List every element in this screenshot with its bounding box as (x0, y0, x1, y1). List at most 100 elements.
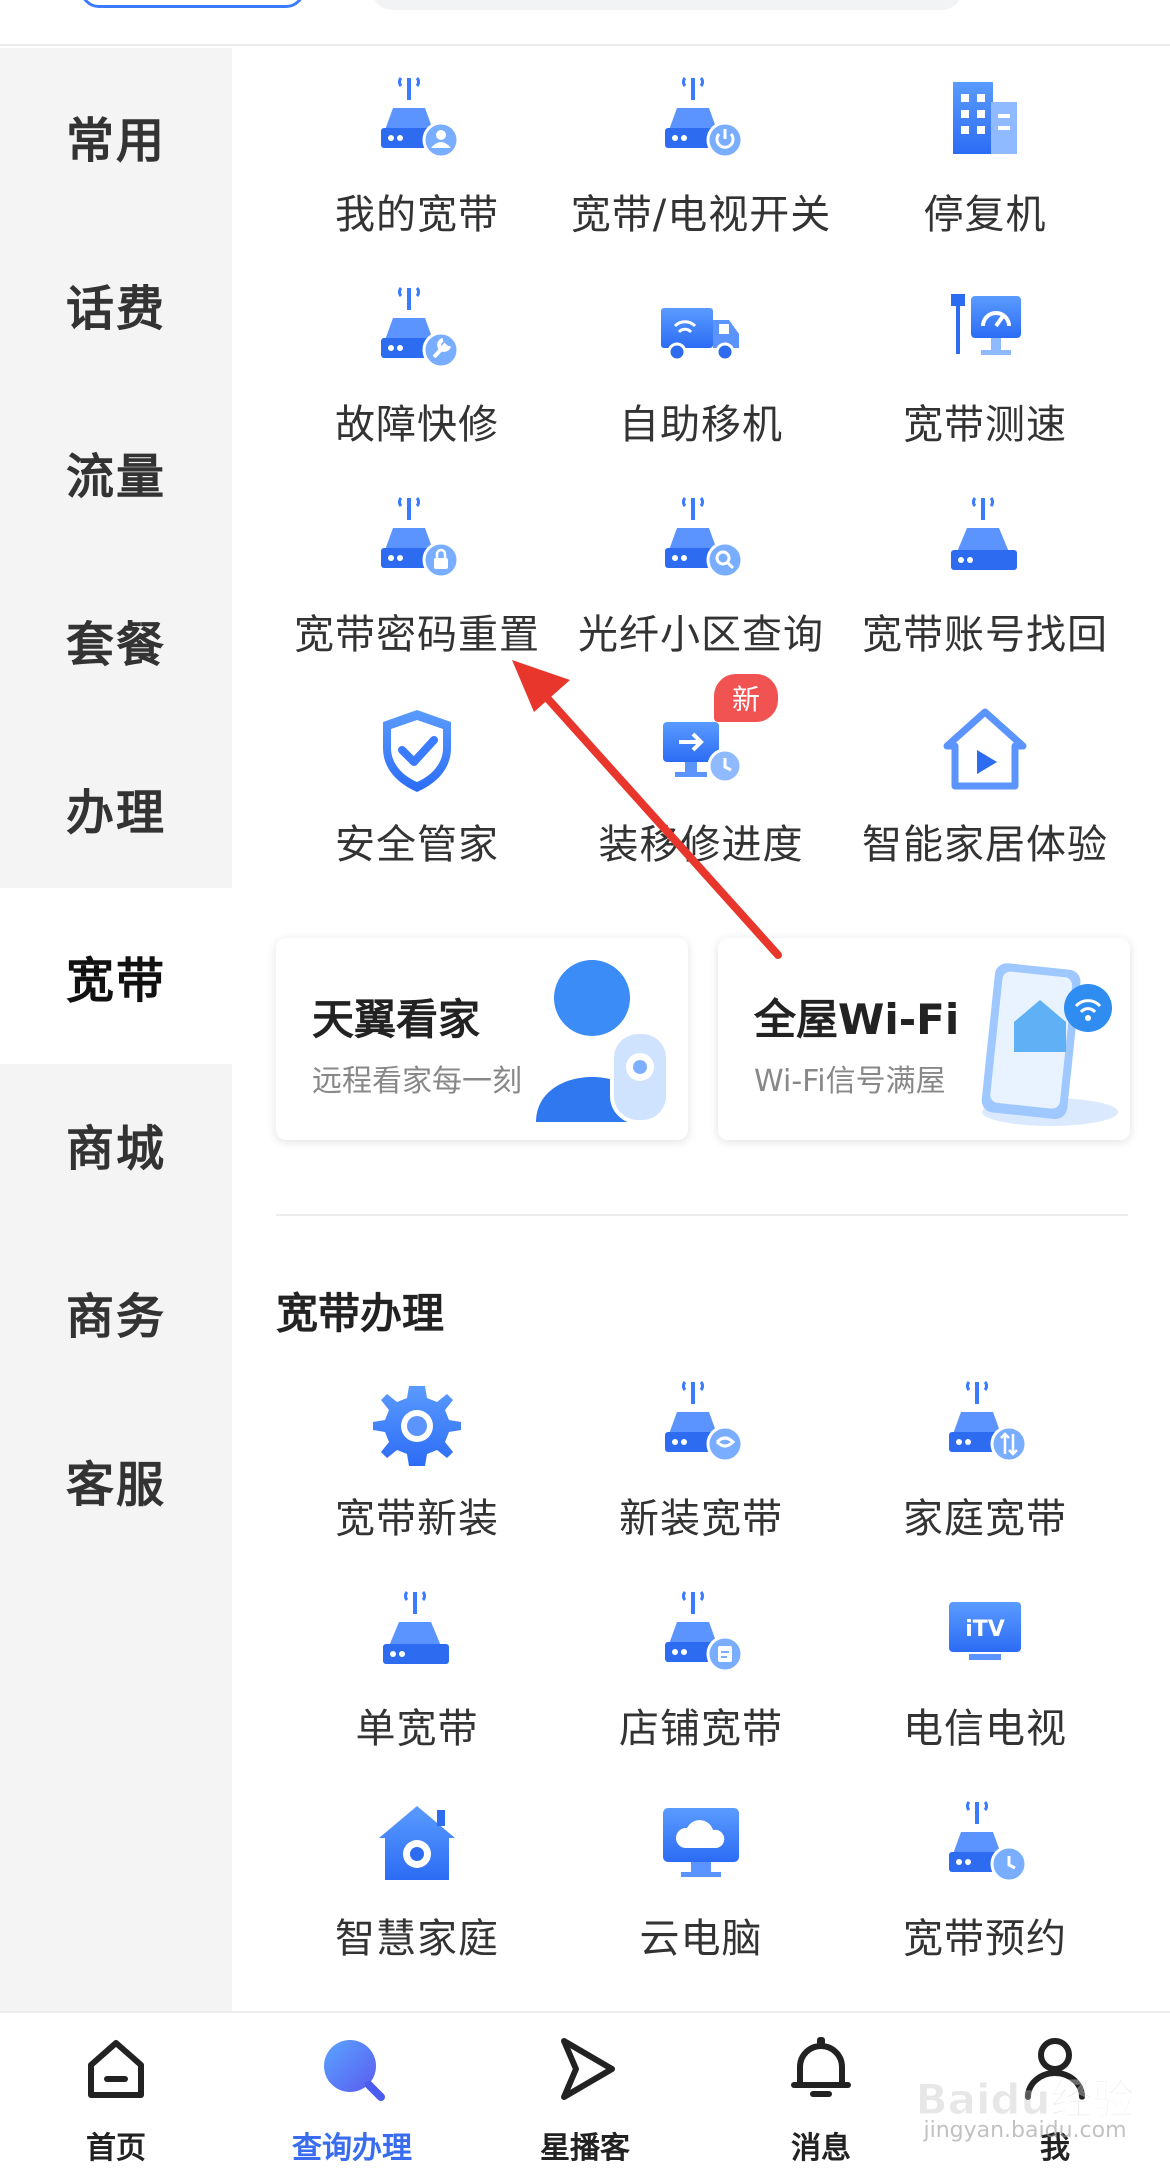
service-home-broadband[interactable]: 家庭宽带 (840, 1366, 1130, 1566)
service-install-broadband[interactable]: 新装宽带 (556, 1366, 846, 1566)
app-root: 常用 话费 流量 套餐 办理 宽带 商城 商务 客服 我的宽带 宽带/电视开关 … (0, 0, 1170, 2174)
service-label: 停复机 (923, 192, 1047, 238)
service-broadband-tv-switch[interactable]: 宽带/电视开关 (556, 62, 846, 262)
service-label: 智慧家庭 (335, 1916, 499, 1962)
service-account-recovery[interactable]: 宽带账号找回 (840, 482, 1130, 682)
service-password-reset[interactable]: 宽带密码重置 (272, 482, 562, 682)
service-install-progress[interactable]: 新 装移修进度 (556, 674, 846, 892)
service-suspend-resume[interactable]: 停复机 (840, 62, 1130, 262)
service-security-guard[interactable]: 安全管家 (272, 692, 562, 892)
gear-icon (373, 1386, 461, 1466)
promo-card-title: 全屋Wi-Fi (754, 995, 960, 1044)
router-icon (951, 497, 1017, 570)
category-sidebar: 常用 话费 流量 套餐 办理 宽带 商城 商务 客服 (0, 48, 232, 2011)
home-icon (88, 2040, 144, 2098)
tab-query-handle[interactable]: 查询办理 (272, 2033, 432, 2166)
user-camera-icon (536, 960, 670, 1124)
truck-icon (661, 308, 739, 362)
speed-test-icon (951, 294, 1021, 355)
cloud-monitor-icon (663, 1808, 739, 1877)
itv-icon: iTV (949, 1602, 1021, 1660)
router-power-icon (663, 76, 744, 159)
service-label: 电信电视 (903, 1706, 1067, 1752)
sidebar-item-business[interactable]: 商务 (0, 1224, 232, 1400)
svg-text:Baidu经验: Baidu经验 (916, 2075, 1135, 2124)
service-fiber-query[interactable]: 光纤小区查询 (556, 482, 846, 682)
building-icon (953, 82, 1017, 154)
tab-label: 查询办理 (292, 2131, 412, 2166)
router-user-icon (379, 76, 460, 159)
bell-icon (791, 2037, 851, 2097)
promo-card-subtitle: 远程看家每一刻 (312, 1064, 522, 1099)
baidu-watermark-logo: Baidu经验 (915, 2075, 1135, 2125)
service-label: 宽带/电视开关 (570, 192, 832, 238)
service-smart-family[interactable]: 智慧家庭 (272, 1786, 562, 1986)
watermark-url: jingyan.baidu.com (923, 2118, 1127, 2143)
svg-text:iTV: iTV (965, 1617, 1005, 1642)
service-cloud-pc[interactable]: 云电脑 (556, 1786, 846, 1986)
home-camera-icon (379, 1806, 455, 1880)
section-divider (276, 1214, 1128, 1216)
service-label: 安全管家 (335, 822, 499, 868)
shield-check-icon (383, 710, 451, 792)
service-broadband-appointment[interactable]: 宽带预约 (840, 1786, 1130, 1986)
sidebar-item-bill[interactable]: 话费 (0, 216, 232, 392)
tab-messages[interactable]: 消息 (741, 2033, 901, 2166)
service-label: 宽带账号找回 (862, 612, 1108, 658)
sidebar-item-service[interactable]: 客服 (0, 1392, 232, 1568)
tab-label: 首页 (86, 2131, 146, 2166)
play-arrow-icon (561, 2038, 615, 2100)
service-label: 新装宽带 (619, 1496, 783, 1542)
top-tab-pill[interactable] (80, 0, 305, 8)
search-bar-fragment[interactable] (372, 0, 962, 10)
section-title-broadband-handling: 宽带办理 (276, 1289, 445, 1338)
promo-card-whole-home-wifi[interactable]: 全屋Wi-Fi Wi-Fi信号满屋 (718, 938, 1130, 1140)
service-label: 故障快修 (335, 402, 499, 448)
service-speed-test[interactable]: 宽带测速 (840, 272, 1130, 472)
service-label: 店铺宽带 (619, 1706, 783, 1752)
service-label: 光纤小区查询 (578, 612, 824, 658)
router-lock-icon (379, 496, 460, 579)
service-label: 云电脑 (639, 1916, 763, 1962)
top-header-fragment (0, 0, 1170, 46)
content-panel: 我的宽带 宽带/电视开关 停复机 故障快修 自助移机 宽带测速 宽带密码重置 光… (232, 48, 1170, 2011)
tab-label: 消息 (791, 2131, 851, 2166)
promo-card-subtitle: Wi-Fi信号满屋 (754, 1064, 946, 1099)
router-wrench-icon (379, 286, 460, 369)
service-new-broadband-install[interactable]: 宽带新装 (272, 1366, 562, 1566)
sidebar-item-data[interactable]: 流量 (0, 384, 232, 560)
service-label: 自助移机 (619, 402, 783, 448)
smart-home-play-icon (943, 708, 1027, 790)
service-label: 宽带密码重置 (294, 612, 540, 658)
new-badge: 新 (714, 674, 779, 722)
router-shop-icon (663, 1590, 744, 1673)
sidebar-item-common[interactable]: 常用 (0, 48, 232, 224)
promo-card-home-watch[interactable]: 天翼看家 远程看家每一刻 (276, 938, 688, 1140)
phone-wifi-icon (981, 963, 1118, 1126)
service-label: 宽带预约 (903, 1916, 1067, 1962)
service-telecom-tv[interactable]: iTV 电信电视 (840, 1576, 1130, 1776)
service-smart-home-experience[interactable]: 智能家居体验 (840, 692, 1130, 892)
sidebar-item-handle[interactable]: 办理 (0, 720, 232, 896)
tab-home[interactable]: 首页 (36, 2033, 196, 2166)
promo-card-title: 天翼看家 (312, 995, 481, 1044)
router-speed-icon (947, 1380, 1028, 1463)
tab-star-podcast[interactable]: 星播客 (505, 2033, 665, 2166)
service-label: 我的宽带 (335, 192, 499, 238)
service-label: 单宽带 (355, 1706, 479, 1752)
router-search-icon (663, 496, 744, 579)
sidebar-item-mall[interactable]: 商城 (0, 1056, 232, 1232)
service-shop-broadband[interactable]: 店铺宽带 (556, 1576, 846, 1776)
service-fault-repair[interactable]: 故障快修 (272, 272, 562, 472)
router-clock-icon (947, 1800, 1028, 1883)
service-label: 家庭宽带 (903, 1496, 1067, 1542)
service-label: 宽带测速 (903, 402, 1067, 448)
service-label: 装移修进度 (598, 822, 804, 868)
sidebar-item-broadband[interactable]: 宽带 (0, 888, 232, 1064)
service-label: 宽带新装 (335, 1496, 499, 1542)
service-self-relocation[interactable]: 自助移机 (556, 272, 846, 472)
router-icon (383, 1591, 449, 1664)
service-my-broadband[interactable]: 我的宽带 (272, 62, 562, 262)
service-single-broadband[interactable]: 单宽带 (272, 1576, 562, 1776)
sidebar-item-plan[interactable]: 套餐 (0, 552, 232, 728)
